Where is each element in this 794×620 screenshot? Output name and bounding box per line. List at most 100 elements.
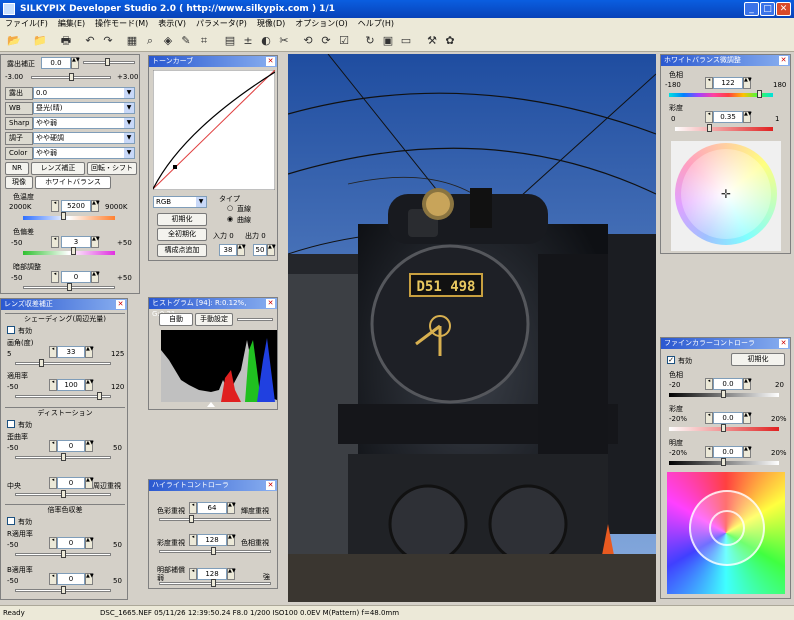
fine-sat-value[interactable]: 0.0 — [713, 412, 743, 424]
rate-value[interactable]: 100 — [57, 379, 85, 391]
center-spin-left[interactable]: ◂ — [49, 477, 57, 489]
tint-value[interactable]: 3 — [61, 236, 91, 248]
color-select[interactable]: やや弱 — [33, 147, 135, 159]
dist-value[interactable]: 0 — [57, 440, 85, 452]
dark-value[interactable]: 0 — [61, 271, 91, 283]
highlight-close-icon[interactable]: ✕ — [266, 481, 275, 490]
add-point-button[interactable]: 構成点追加 — [157, 244, 207, 257]
zoom-icon[interactable]: ⌕ — [142, 33, 158, 49]
ev-label-button[interactable]: 露出 — [5, 87, 33, 100]
rotate-right-icon[interactable]: ⟳ — [318, 33, 334, 49]
center-value[interactable]: 0 — [57, 477, 85, 489]
wbf-sat-value[interactable]: 0.35 — [713, 111, 743, 123]
compare-icon[interactable]: ▤ — [222, 33, 238, 49]
b-rate-spin-left[interactable]: ◂ — [49, 573, 57, 585]
tone-close-icon[interactable]: ✕ — [266, 57, 275, 66]
angle-track[interactable] — [15, 362, 111, 365]
shading-enable-checkbox[interactable] — [7, 326, 15, 334]
center-spin[interactable]: ▲▼ — [85, 477, 94, 489]
chroma-enable-checkbox[interactable] — [7, 517, 15, 525]
exposure-value[interactable]: 0.0 — [41, 57, 71, 69]
b-rate-spin[interactable]: ▲▼ — [85, 573, 94, 585]
minimize-button[interactable]: _ — [744, 2, 759, 16]
r-rate-spin[interactable]: ▲▼ — [85, 537, 94, 549]
fine-sat-spin-left[interactable]: ◂ — [705, 412, 713, 424]
tone-label-button[interactable]: 調子 — [5, 132, 33, 145]
rate-spin[interactable]: ▲▼ — [85, 379, 94, 391]
hl-sat-value[interactable]: 128 — [197, 534, 227, 546]
scissors-icon[interactable]: ✂ — [276, 33, 292, 49]
hl-hue-track[interactable] — [159, 518, 271, 521]
fine-sat-spin[interactable]: ▲▼ — [743, 412, 752, 424]
hl-sat-spin[interactable]: ▲▼ — [227, 534, 236, 546]
channel-select[interactable]: RGB — [153, 196, 207, 208]
lens-close-icon[interactable]: ✕ — [116, 300, 125, 309]
wbf-hue-thumb[interactable] — [757, 90, 762, 98]
palette-icon[interactable]: ✿ — [442, 33, 458, 49]
tab-develop[interactable]: 現像 — [5, 176, 33, 189]
wbf-crosshair-icon[interactable]: ✛ — [719, 187, 733, 201]
temp-spin[interactable]: ▲▼ — [91, 200, 100, 212]
hammer-icon[interactable]: ⚒ — [424, 33, 440, 49]
exposure-spin[interactable]: ▲▼ — [71, 57, 80, 69]
histogram-close-icon[interactable]: ✕ — [266, 299, 275, 308]
open-folder-icon[interactable]: 📂 — [6, 33, 22, 49]
rate-spin-left[interactable]: ◂ — [49, 379, 57, 391]
wbf-sat-spin-left[interactable]: ◂ — [705, 111, 713, 123]
r-rate-value[interactable]: 0 — [57, 537, 85, 549]
fine-bright-spin-left[interactable]: ◂ — [705, 446, 713, 458]
fine-enable-checkbox[interactable]: ✓ — [667, 356, 675, 364]
tone-curve-graph[interactable] — [153, 70, 275, 190]
menu-option[interactable]: オプション(O) — [290, 18, 353, 30]
tone-init-all-button[interactable]: 全初期化 — [157, 228, 207, 241]
fine-sat-thumb[interactable] — [721, 424, 726, 432]
redo-icon[interactable]: ↷ — [100, 33, 116, 49]
wb-select[interactable]: 昼光(晴) — [33, 102, 135, 114]
dark-spin[interactable]: ▲▼ — [91, 271, 100, 283]
wb-label-button[interactable]: WB — [5, 102, 33, 115]
color-label-button[interactable]: Color — [5, 147, 33, 160]
crop-icon[interactable]: ⌗ — [196, 33, 212, 49]
hl-hue-spin-left[interactable]: ◂ — [189, 502, 197, 514]
type-line-radio[interactable]: ○ — [227, 204, 233, 212]
tone-select[interactable]: やや硬調 — [33, 132, 135, 144]
sharp-label-button[interactable]: Sharp — [5, 117, 33, 130]
open-file-icon[interactable]: 📁 — [32, 33, 48, 49]
b-rate-value[interactable]: 0 — [57, 573, 85, 585]
fine-close-icon[interactable]: ✕ — [779, 339, 788, 348]
dist-spin[interactable]: ▲▼ — [85, 440, 94, 452]
hist-auto-tab[interactable]: 自動 — [159, 313, 193, 326]
tone-init-button[interactable]: 初期化 — [157, 213, 207, 226]
hl-sat-spin-left[interactable]: ◂ — [189, 534, 197, 546]
stamp-icon[interactable]: ◈ — [160, 33, 176, 49]
screen-icon[interactable]: ▭ — [398, 33, 414, 49]
angle-value[interactable]: 33 — [57, 346, 85, 358]
sharp-select[interactable]: やや弱 — [33, 117, 135, 129]
b-rate-thumb[interactable] — [61, 586, 66, 594]
photo-preview[interactable]: D51 498 — [288, 54, 656, 602]
tint-spin-left[interactable]: ◂ — [51, 236, 59, 248]
rate-thumb[interactable] — [97, 392, 102, 400]
exposure-thumb[interactable] — [105, 58, 110, 66]
menu-help[interactable]: ヘルプ(H) — [353, 18, 399, 30]
wbf-hue-spin[interactable]: ▲▼ — [743, 77, 752, 89]
menu-edit[interactable]: 編集(E) — [53, 18, 90, 30]
temp-spin-left[interactable]: ◂ — [51, 200, 59, 212]
hist-manual-tab[interactable]: 手動設定 — [195, 313, 233, 326]
wbf-hue-spin-left[interactable]: ◂ — [705, 77, 713, 89]
dark-thumb[interactable] — [67, 283, 72, 291]
maximize-button[interactable]: □ — [760, 2, 775, 16]
hl-hue-thumb[interactable] — [189, 515, 194, 523]
hl-bright-thumb[interactable] — [211, 579, 216, 587]
tab-whitebalance[interactable]: ホワイトバランス — [35, 176, 111, 189]
fine-bright-thumb[interactable] — [721, 458, 726, 466]
temp-value[interactable]: 5200 — [61, 200, 91, 212]
r-rate-thumb[interactable] — [61, 550, 66, 558]
fine-hue-thumb[interactable] — [721, 390, 726, 398]
fine-hue-spin[interactable]: ▲▼ — [743, 378, 752, 390]
tone-input-value[interactable]: 38 — [219, 244, 237, 256]
tab-nr[interactable]: NR — [5, 162, 29, 175]
hl-bright-spin[interactable]: ▲▼ — [227, 568, 236, 580]
wbfine-close-icon[interactable]: ✕ — [779, 56, 788, 65]
type-curve-radio[interactable]: ◉ — [227, 215, 233, 223]
